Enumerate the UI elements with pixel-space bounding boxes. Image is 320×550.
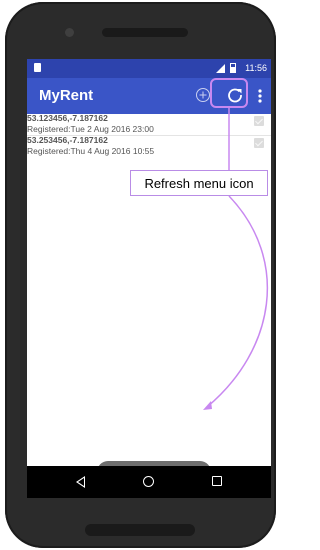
residence-geolocation: 53.123456,-7.187162	[27, 113, 108, 123]
bottom-speaker	[85, 524, 195, 536]
residence-geolocation: 53.253456,-7.187162	[27, 135, 108, 145]
list-item[interactable]: 53.253456,-7.187162 Registered:Thu 4 Aug…	[27, 135, 271, 157]
residence-list: 53.123456,-7.187162 Registered:Tue 2 Aug…	[27, 113, 271, 157]
annotation-label: Refresh menu icon	[130, 170, 268, 196]
earpiece-speaker	[102, 28, 188, 37]
add-icon[interactable]	[195, 87, 211, 103]
residence-registered: Registered:Tue 2 Aug 2016 23:00	[27, 124, 154, 134]
status-time: 11:56	[245, 63, 267, 73]
home-icon[interactable]	[143, 476, 154, 487]
recents-icon[interactable]	[212, 476, 222, 486]
back-icon[interactable]	[76, 476, 85, 488]
front-camera	[65, 28, 74, 37]
battery-icon	[230, 63, 236, 73]
refresh-highlight	[210, 78, 248, 108]
sd-card-icon	[34, 63, 41, 72]
app-title: MyRent	[39, 87, 94, 104]
signal-icon	[216, 64, 225, 73]
residence-registered: Registered:Thu 4 Aug 2016 10:55	[27, 146, 155, 156]
status-bar: 11:56	[27, 59, 271, 78]
more-vert-icon[interactable]	[256, 87, 264, 105]
rented-checkbox[interactable]	[254, 138, 264, 148]
rented-checkbox[interactable]	[254, 116, 264, 126]
list-item[interactable]: 53.123456,-7.187162 Registered:Tue 2 Aug…	[27, 113, 271, 135]
navigation-bar	[27, 466, 271, 498]
app-screen: 11:56 MyRent 53.123456,-7.187162 Registe…	[27, 59, 271, 496]
